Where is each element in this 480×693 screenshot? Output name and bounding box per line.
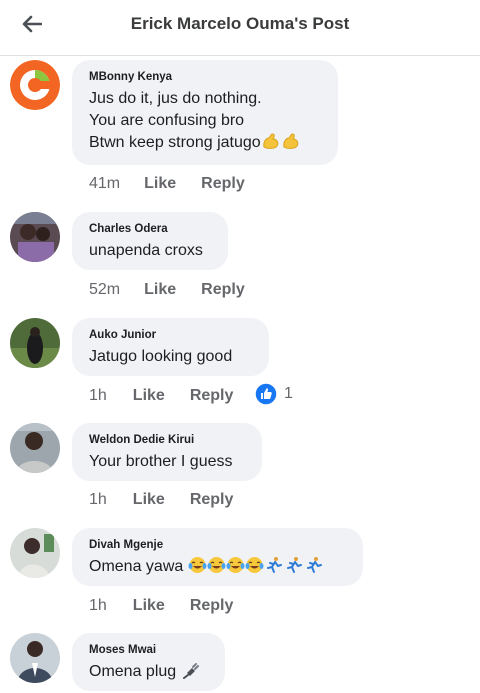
reply-button[interactable]: Reply (190, 597, 234, 615)
comment-actions: 52m Like Reply (89, 281, 245, 299)
avatar[interactable] (10, 212, 60, 262)
reply-button[interactable]: Reply (201, 175, 245, 193)
comment-author[interactable]: Charles Odera (89, 222, 214, 236)
comment-bubble[interactable]: Divah Mgenje Omena yawa (72, 528, 363, 586)
tears-of-joy-icon (226, 556, 245, 581)
comment-author[interactable]: Divah Mgenje (89, 538, 349, 552)
comment-bubble[interactable]: Moses Mwai Omena plug (72, 633, 225, 691)
comment-text-segment: Omena plug (89, 663, 177, 680)
comment-text: Omena plug (89, 661, 211, 686)
reply-button[interactable]: Reply (190, 491, 234, 509)
comment-text-segment: Omena yawa (89, 558, 184, 575)
like-button[interactable]: Like (133, 387, 165, 405)
tears-of-joy-icon (188, 556, 207, 581)
post-header: Erick Marcelo Ouma's Post (0, 0, 480, 56)
avatar[interactable] (10, 528, 60, 578)
flexed-biceps-icon (261, 132, 281, 157)
comment-author[interactable]: Auko Junior (89, 328, 255, 342)
reaction-summary[interactable]: 1 (254, 382, 293, 406)
comment-text: Omena yawa (89, 556, 349, 581)
reply-button[interactable]: Reply (190, 387, 234, 405)
comment-bubble[interactable]: MBonny Kenya Jus do it, jus do nothing. … (72, 60, 338, 165)
comment-author[interactable]: Moses Mwai (89, 643, 211, 657)
comment-time[interactable]: 1h (89, 387, 107, 405)
comment-bubble[interactable]: Weldon Dedie Kirui Your brother I guess (72, 423, 262, 481)
comment-time[interactable]: 1h (89, 491, 107, 509)
like-button[interactable]: Like (144, 175, 176, 193)
comment-text: Jatugo looking good (89, 348, 233, 365)
running-person-icon (264, 556, 284, 581)
avatar[interactable] (10, 423, 60, 473)
tears-of-joy-icon (207, 556, 226, 581)
comment-text: You are confusing bro (89, 112, 245, 129)
like-button[interactable]: Like (144, 281, 176, 299)
comment-author[interactable]: Weldon Dedie Kirui (89, 433, 248, 447)
electric-plug-icon (181, 661, 201, 686)
flexed-biceps-icon (281, 132, 301, 157)
comment-text: Your brother I guess (89, 453, 233, 470)
like-button[interactable]: Like (133, 491, 165, 509)
reply-button[interactable]: Reply (201, 281, 245, 299)
comment-actions: 1h Like Reply (89, 387, 233, 405)
running-person-icon (304, 556, 324, 581)
comment-text: Btwn keep strong jatugo (89, 132, 324, 157)
comment-text-segment: Btwn keep strong jatugo (89, 134, 261, 151)
comment-actions: 1h Like Reply (89, 597, 233, 615)
avatar[interactable] (10, 318, 60, 368)
comment-time[interactable]: 52m (89, 281, 120, 299)
tears-of-joy-icon (245, 556, 264, 581)
running-person-icon (284, 556, 304, 581)
comment-text: unapenda croxs (89, 242, 203, 259)
comment-time[interactable]: 41m (89, 175, 120, 193)
page-title: Erick Marcelo Ouma's Post (130, 14, 350, 33)
reaction-count: 1 (284, 385, 293, 402)
avatar[interactable] (10, 60, 60, 110)
comment-author[interactable]: MBonny Kenya (89, 70, 324, 84)
comment-time[interactable]: 1h (89, 597, 107, 615)
comment-bubble[interactable]: Charles Odera unapenda croxs (72, 212, 228, 270)
comment-bubble[interactable]: Auko Junior Jatugo looking good (72, 318, 269, 376)
avatar[interactable] (10, 633, 60, 683)
thumbs-up-icon (254, 382, 278, 406)
like-button[interactable]: Like (133, 597, 165, 615)
comment-text: Jus do it, jus do nothing. (89, 90, 262, 107)
comment-actions: 41m Like Reply (89, 175, 245, 193)
comment-actions: 1h Like Reply (89, 491, 233, 509)
